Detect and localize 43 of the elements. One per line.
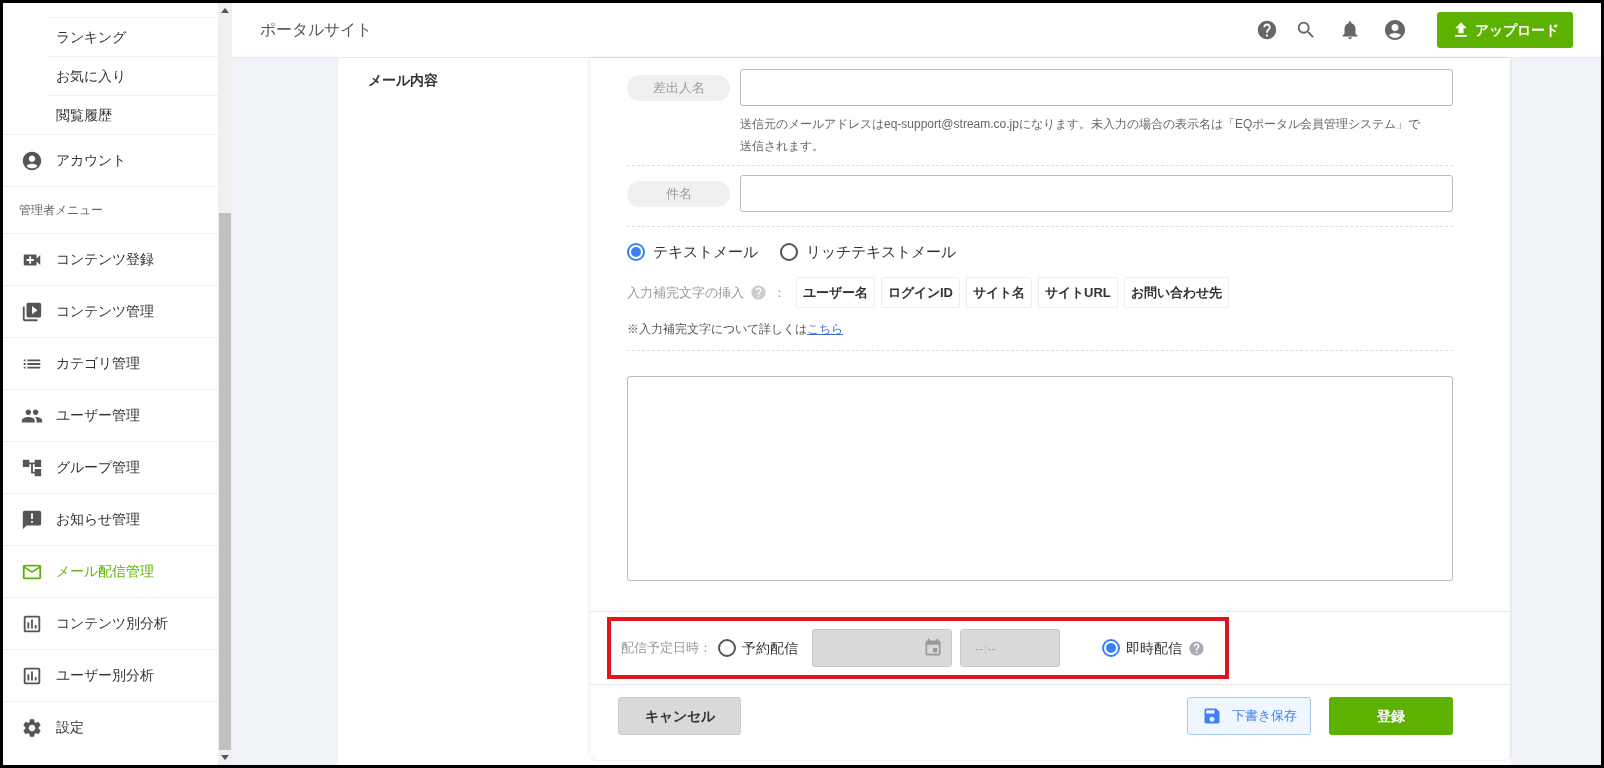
radio-button[interactable] (627, 243, 645, 261)
radio-label[interactable]: リッチテキストメール (806, 240, 956, 264)
date-field[interactable] (812, 629, 952, 667)
mail-body-field[interactable] (627, 376, 1453, 581)
radio-label[interactable]: 即時配信 (1126, 637, 1182, 659)
insert-label: 入力補完文字の挿入 (627, 283, 744, 302)
save-draft-button[interactable]: 下書き保存 (1187, 697, 1311, 735)
calendar-icon[interactable] (923, 638, 943, 658)
sender-name-field[interactable] (740, 69, 1453, 106)
radio-button[interactable] (780, 243, 798, 261)
sidebar-subitem[interactable]: 閲覧履歴 (56, 104, 112, 126)
radio-label[interactable]: 予約配信 (742, 637, 798, 659)
radio-button[interactable] (718, 639, 736, 657)
insert-tag-button[interactable]: ユーザー名 (796, 277, 875, 308)
insert-tag-button[interactable]: サイト名 (966, 277, 1032, 308)
message-icon (21, 508, 43, 531)
insert-tag-button[interactable]: お問い合わせ先 (1123, 277, 1229, 308)
section-heading: 管理者メニュー (19, 202, 103, 219)
sidebar-subitem[interactable]: お気に入り (56, 65, 126, 87)
subject-field[interactable] (740, 175, 1453, 212)
video-library-icon (21, 300, 43, 323)
radio-button[interactable] (1102, 639, 1120, 657)
field-label: 差出人名 (627, 74, 730, 101)
separator-text: ： (773, 283, 786, 302)
insert-tag-button[interactable]: ログインID (881, 277, 960, 308)
scroll-up-arrow-icon[interactable] (221, 8, 229, 13)
hint-text: 送信元のメールアドレスはeq-support@stream.co.jpになります。未入力の場合の表示名は「EQポータル会員管理システム」で送信されます。 (740, 116, 1422, 155)
search-icon[interactable] (1295, 19, 1317, 41)
section-label: メール内容 (368, 72, 438, 88)
sidebar-item[interactable]: お知らせ管理 (3, 493, 218, 545)
sidebar-subitem[interactable]: ランキング (56, 26, 126, 48)
scroll-down-arrow-icon[interactable] (221, 755, 229, 760)
cancel-button[interactable]: キャンセル (618, 697, 741, 735)
help-icon[interactable] (1256, 19, 1278, 41)
note-text: ※入力補完文字について詳しくは (627, 321, 807, 338)
account-icon[interactable] (1383, 18, 1407, 42)
insert-tag-button[interactable]: サイトURL (1038, 277, 1118, 308)
schedule-label: 配信予定日時： (621, 639, 712, 658)
field-label: 件名 (627, 180, 730, 207)
site-title: ポータルサイト (260, 20, 372, 40)
settings-icon (21, 716, 43, 739)
radio-label[interactable]: テキストメール (653, 240, 758, 264)
details-link[interactable]: こちら (807, 320, 843, 338)
